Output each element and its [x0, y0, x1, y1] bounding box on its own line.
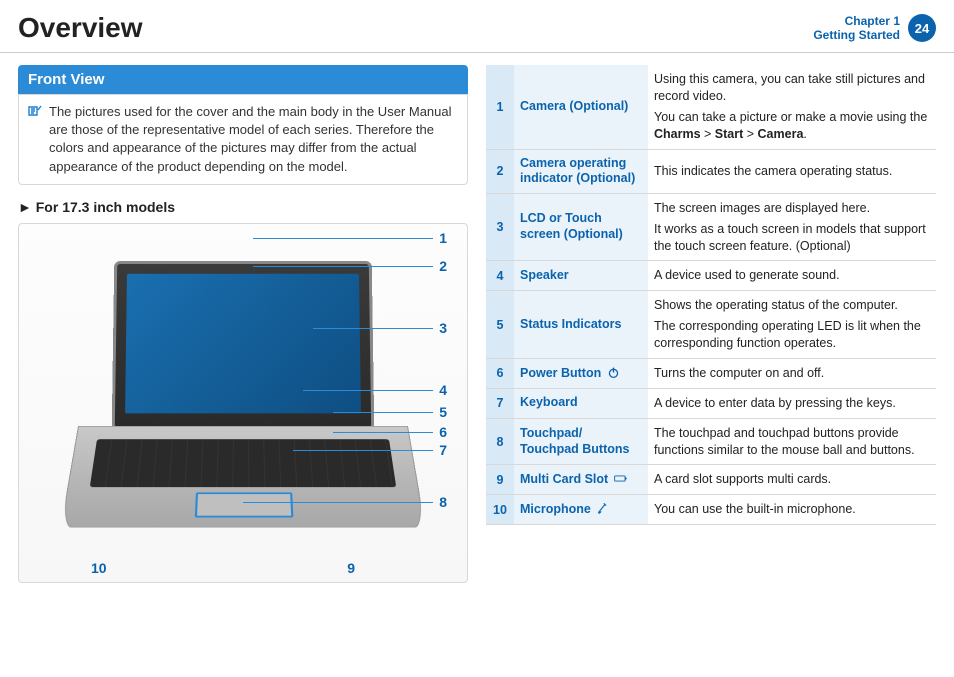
- callout-4: 4: [439, 382, 447, 398]
- right-column: 1Camera (Optional)Using this camera, you…: [486, 65, 936, 583]
- part-description: You can use the built-in microphone.: [648, 495, 936, 525]
- part-number: 1: [486, 65, 514, 149]
- page-title: Overview: [18, 12, 143, 44]
- part-description: A device used to generate sound.: [648, 261, 936, 291]
- note-box: The pictures used for the cover and the …: [18, 94, 468, 185]
- part-name: Power Button: [514, 358, 648, 388]
- note-icon: [27, 104, 43, 126]
- content-columns: Front View The pictures used for the cov…: [0, 65, 954, 583]
- table-row: 1Camera (Optional)Using this camera, you…: [486, 65, 936, 149]
- chapter-line2: Getting Started: [813, 28, 900, 42]
- leader-line: [293, 450, 433, 451]
- parts-table: 1Camera (Optional)Using this camera, you…: [486, 65, 936, 525]
- table-row: 6Power Button Turns the computer on and …: [486, 358, 936, 388]
- page-number-badge: 24: [908, 14, 936, 42]
- card-icon: [612, 472, 627, 486]
- part-name: Microphone: [514, 495, 648, 525]
- page-header: Overview Chapter 1 Getting Started 24: [0, 0, 954, 53]
- callout-5: 5: [439, 404, 447, 420]
- laptop-touchpad: [195, 492, 294, 517]
- table-row: 8Touchpad/ Touchpad ButtonsThe touchpad …: [486, 418, 936, 465]
- chapter-info: Chapter 1 Getting Started 24: [813, 14, 936, 43]
- leader-line: [313, 328, 433, 329]
- part-name: Camera operating indicator (Optional): [514, 149, 648, 193]
- table-row: 10Microphone You can use the built-in mi…: [486, 495, 936, 525]
- part-name: Multi Card Slot: [514, 465, 648, 495]
- leader-line: [333, 432, 433, 433]
- part-number: 10: [486, 495, 514, 525]
- part-number: 5: [486, 291, 514, 359]
- laptop-illustration: [78, 260, 408, 546]
- laptop-screen: [125, 274, 361, 414]
- part-description: A card slot supports multi cards.: [648, 465, 936, 495]
- part-description: Turns the computer on and off.: [648, 358, 936, 388]
- section-title-front-view: Front View: [18, 65, 468, 94]
- callout-9: 9: [347, 560, 355, 576]
- table-row: 2Camera operating indicator (Optional)Th…: [486, 149, 936, 193]
- part-name: Touchpad/ Touchpad Buttons: [514, 418, 648, 465]
- power-icon: [605, 366, 620, 380]
- part-name: Status Indicators: [514, 291, 648, 359]
- mic-icon: [594, 502, 609, 516]
- part-description: The touchpad and touchpad buttons provid…: [648, 418, 936, 465]
- part-number: 4: [486, 261, 514, 291]
- leader-line: [253, 266, 433, 267]
- part-number: 8: [486, 418, 514, 465]
- laptop-base: [60, 426, 425, 528]
- callout-2: 2: [439, 258, 447, 274]
- part-number: 9: [486, 465, 514, 495]
- laptop-figure: 1 2 3 4 5 6 7 8 9 10: [18, 223, 468, 583]
- part-name: Keyboard: [514, 388, 648, 418]
- note-text: The pictures used for the cover and the …: [49, 103, 457, 176]
- part-number: 2: [486, 149, 514, 193]
- callout-3: 3: [439, 320, 447, 336]
- callout-1: 1: [439, 230, 447, 246]
- leader-line: [333, 412, 433, 413]
- part-number: 3: [486, 193, 514, 261]
- left-column: Front View The pictures used for the cov…: [18, 65, 468, 583]
- part-number: 7: [486, 388, 514, 418]
- part-description: Using this camera, you can take still pi…: [648, 65, 936, 149]
- table-row: 5Status IndicatorsShows the operating st…: [486, 291, 936, 359]
- callout-6: 6: [439, 424, 447, 440]
- callout-7: 7: [439, 442, 447, 458]
- part-name: LCD or Touch screen (Optional): [514, 193, 648, 261]
- part-description: This indicates the camera operating stat…: [648, 149, 936, 193]
- model-subhead: For 17.3 inch models: [18, 199, 468, 215]
- leader-line: [243, 502, 433, 503]
- laptop-lid: [112, 261, 375, 431]
- table-row: 4SpeakerA device used to generate sound.: [486, 261, 936, 291]
- callout-10: 10: [91, 560, 107, 576]
- part-description: The screen images are displayed here.It …: [648, 193, 936, 261]
- table-row: 3LCD or Touch screen (Optional)The scree…: [486, 193, 936, 261]
- leader-line: [253, 238, 433, 239]
- part-name: Camera (Optional): [514, 65, 648, 149]
- chapter-line1: Chapter 1: [813, 14, 900, 28]
- part-number: 6: [486, 358, 514, 388]
- laptop-keyboard: [90, 439, 396, 487]
- chapter-text: Chapter 1 Getting Started: [813, 14, 900, 43]
- callout-8: 8: [439, 494, 447, 510]
- part-description: Shows the operating status of the comput…: [648, 291, 936, 359]
- leader-line: [303, 390, 433, 391]
- table-row: 9Multi Card Slot A card slot supports mu…: [486, 465, 936, 495]
- part-description: A device to enter data by pressing the k…: [648, 388, 936, 418]
- part-name: Speaker: [514, 261, 648, 291]
- table-row: 7KeyboardA device to enter data by press…: [486, 388, 936, 418]
